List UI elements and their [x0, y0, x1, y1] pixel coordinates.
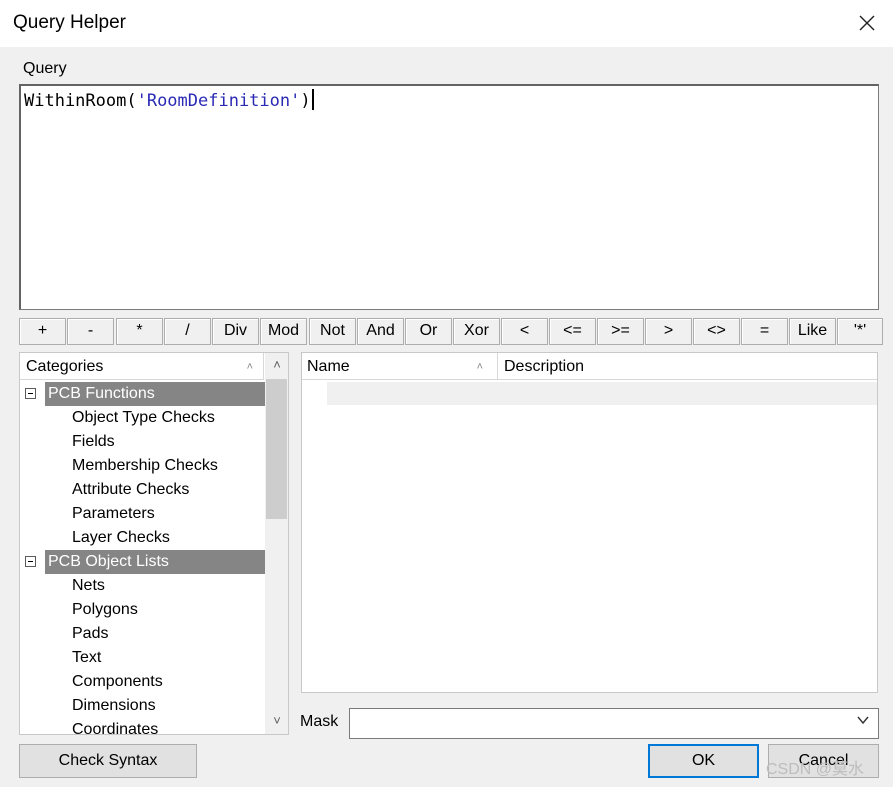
tree-item[interactable]: Layer Checks — [20, 526, 288, 550]
check-syntax-button[interactable]: Check Syntax — [19, 744, 197, 778]
operator-button[interactable]: = — [741, 318, 788, 345]
window-title: Query Helper — [13, 12, 126, 33]
tree-item[interactable]: Attribute Checks — [20, 478, 288, 502]
mask-combobox[interactable] — [349, 708, 879, 739]
operator-button[interactable]: Div — [212, 318, 259, 345]
operator-button[interactable]: - — [67, 318, 114, 345]
operator-button[interactable]: < — [501, 318, 548, 345]
categories-header-label: Categories — [26, 358, 104, 375]
tree-item[interactable]: Dimensions — [20, 694, 288, 718]
tree-item[interactable]: Pads — [20, 622, 288, 646]
tree-item[interactable]: Membership Checks — [20, 454, 288, 478]
tree-item[interactable]: Nets — [20, 574, 288, 598]
column-header-name[interactable]: Name ˄ — [302, 353, 498, 380]
scroll-down-icon[interactable]: ˅ — [265, 709, 288, 733]
operator-button[interactable]: Like — [789, 318, 836, 345]
code-string: 'RoomDefinition' — [136, 91, 301, 111]
operator-button[interactable]: > — [645, 318, 692, 345]
operator-button[interactable]: <> — [693, 318, 740, 345]
scroll-up-icon[interactable]: ˄ — [265, 353, 288, 377]
tree-item[interactable]: Object Type Checks — [20, 406, 288, 430]
sort-arrow-icon: ˄ — [246, 361, 253, 373]
categories-header[interactable]: Categories ˄ — [20, 353, 264, 380]
operator-button[interactable]: <= — [549, 318, 596, 345]
operator-button[interactable]: Xor — [453, 318, 500, 345]
query-editor[interactable]: WithinRoom('RoomDefinition') — [19, 84, 879, 310]
list-header: Name ˄ Description — [302, 353, 877, 380]
ok-button[interactable]: OK — [648, 744, 759, 778]
operator-button[interactable]: Mod — [260, 318, 307, 345]
query-label: Query — [23, 60, 67, 77]
code-function: WithinRoom( — [24, 91, 137, 111]
operator-button[interactable]: * — [116, 318, 163, 345]
categories-tree[interactable]: Categories ˄ PCB Functions Object Type C… — [19, 352, 289, 735]
chevron-down-icon[interactable] — [856, 713, 870, 730]
watermark: CSDN @莫水 — [766, 761, 865, 778]
tree-item[interactable]: Components — [20, 670, 288, 694]
close-icon[interactable] — [852, 8, 882, 38]
query-code: WithinRoom('RoomDefinition') — [24, 89, 314, 111]
collapse-icon[interactable] — [25, 388, 36, 399]
tree-item[interactable]: Fields — [20, 430, 288, 454]
tree-item[interactable]: Coordinates — [20, 718, 288, 734]
function-list[interactable]: Name ˄ Description — [301, 352, 878, 693]
text-caret — [311, 89, 314, 110]
tree-item[interactable]: Polygons — [20, 598, 288, 622]
operator-button[interactable]: Not — [309, 318, 356, 345]
tree-item[interactable]: Text — [20, 646, 288, 670]
sort-arrow-icon: ˄ — [476, 361, 483, 373]
column-header-description[interactable]: Description — [499, 353, 584, 380]
tree-group-label: PCB Object Lists — [45, 550, 266, 574]
mask-label: Mask — [300, 713, 339, 730]
title-bar: Query Helper — [0, 0, 893, 47]
operator-toolbar: + - * / Div Mod Not And Or Xor < <= >= >… — [19, 318, 883, 345]
column-name-label: Name — [307, 358, 350, 375]
collapse-icon[interactable] — [25, 556, 36, 567]
operator-button[interactable]: >= — [597, 318, 644, 345]
operator-button[interactable]: / — [164, 318, 211, 345]
operator-button[interactable]: Or — [405, 318, 452, 345]
operator-button[interactable]: '*' — [837, 318, 883, 345]
operator-button[interactable]: And — [357, 318, 404, 345]
list-row[interactable] — [327, 382, 877, 405]
vertical-scrollbar[interactable]: ˄ ˅ — [265, 353, 288, 734]
tree-group-pcb-object-lists[interactable]: PCB Object Lists — [20, 550, 266, 574]
tree-item[interactable]: Parameters — [20, 502, 288, 526]
code-end: ) — [300, 91, 311, 111]
scroll-thumb[interactable] — [266, 379, 287, 519]
operator-button[interactable]: + — [19, 318, 66, 345]
tree-group-label: PCB Functions — [45, 382, 266, 406]
tree-group-pcb-functions[interactable]: PCB Functions — [20, 382, 266, 406]
